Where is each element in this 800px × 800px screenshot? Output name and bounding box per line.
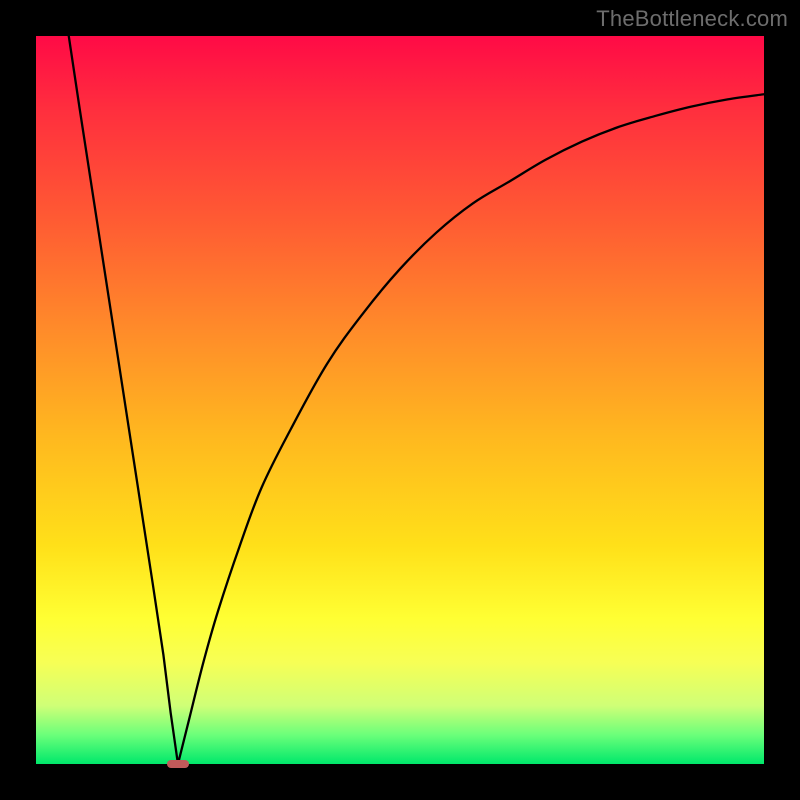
watermark-text: TheBottleneck.com: [596, 6, 788, 32]
bottleneck-curve: [69, 36, 764, 764]
plot-area: [36, 36, 764, 764]
minimum-marker: [167, 760, 189, 768]
curve-svg: [36, 36, 764, 764]
chart-frame: TheBottleneck.com: [0, 0, 800, 800]
